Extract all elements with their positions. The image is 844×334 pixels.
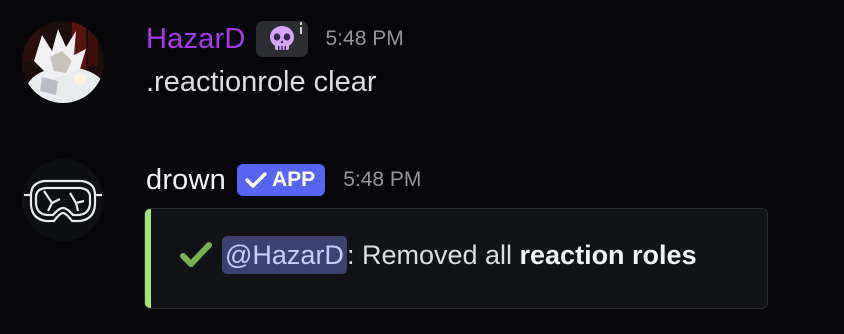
sparkle-icon bbox=[299, 22, 302, 34]
app-tag: APP bbox=[237, 164, 326, 196]
message-header: drown APP 5:48 PM bbox=[146, 161, 421, 199]
message-content: .reactionrole clear bbox=[146, 66, 377, 98]
app-tag-label: APP bbox=[272, 168, 316, 191]
embed-accent-bar bbox=[145, 209, 151, 308]
heavy-check-mark-icon bbox=[180, 242, 212, 267]
timestamp[interactable]: 5:48 PM bbox=[343, 168, 421, 192]
user-mention[interactable]: @HazarD bbox=[222, 236, 347, 274]
role-badge[interactable] bbox=[255, 21, 308, 57]
embed-bold-text: reaction roles bbox=[519, 239, 697, 270]
embed-description: @HazarD : Removed all reaction roles bbox=[180, 236, 697, 274]
timestamp[interactable]: 5:48 PM bbox=[326, 27, 404, 51]
embed: @HazarD : Removed all reaction roles bbox=[144, 208, 768, 309]
author-name[interactable]: HazarD bbox=[146, 23, 246, 56]
verified-check-icon bbox=[245, 172, 267, 188]
embed-text: : Removed all bbox=[346, 239, 520, 270]
message-header: HazarD 5:48 PM bbox=[146, 20, 404, 58]
skull-icon bbox=[269, 26, 294, 50]
message-hazard: HazarD 5:48 PM .reactionrole clear bbox=[0, 0, 844, 150]
author-name[interactable]: drown bbox=[146, 164, 226, 197]
drown-avatar[interactable] bbox=[22, 159, 104, 241]
hazard-avatar[interactable] bbox=[22, 21, 104, 103]
